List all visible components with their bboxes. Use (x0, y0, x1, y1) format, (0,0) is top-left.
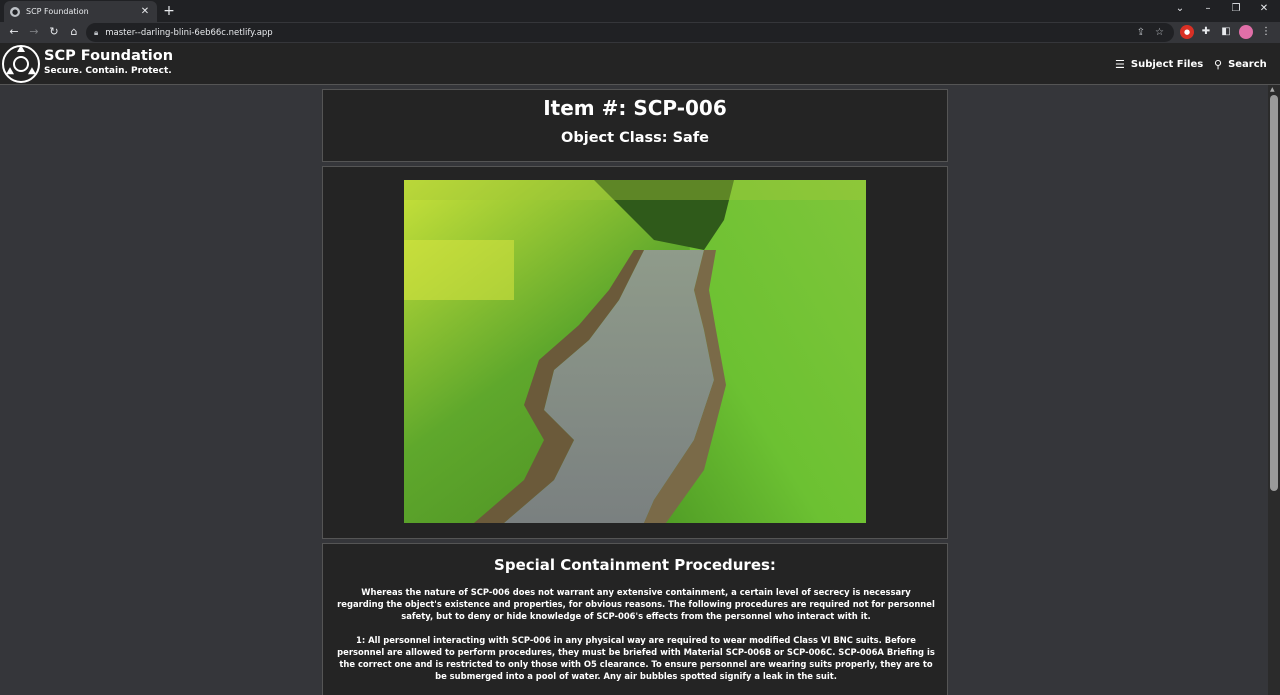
stream-photo (404, 180, 866, 523)
puzzle-icon[interactable]: ✚ (1199, 25, 1213, 39)
close-tab-icon[interactable]: ✕ (139, 6, 151, 17)
procedures-paragraph: 1: All personnel interacting with SCP-00… (337, 635, 935, 681)
browser-toolbar: ← → ↻ ⌂ 🔒︎ master--darling-blini-6eb66c.… (0, 22, 1280, 43)
site-title[interactable]: SCP Foundation (44, 48, 173, 64)
scrollbar-thumb[interactable] (1270, 95, 1278, 491)
image-card (322, 166, 948, 539)
logo-arrow (17, 45, 25, 52)
subject-files-link[interactable]: ☰ Subject Files (1115, 58, 1203, 71)
minimize-icon[interactable]: – (1198, 3, 1218, 14)
menu-icon[interactable]: ⋮ (1259, 25, 1273, 39)
procedures-paragraph: Whereas the nature of SCP-006 does not w… (337, 587, 935, 621)
tab-title: SCP Foundation (26, 7, 89, 16)
new-tab-button[interactable]: + (162, 3, 176, 19)
procedures-card: Special Containment Procedures: Whereas … (322, 543, 948, 695)
reload-icon[interactable]: ↻ (46, 24, 62, 40)
forward-icon[interactable]: → (26, 24, 42, 40)
search-icon: ⚲ (1214, 58, 1223, 71)
search-label: Search (1228, 59, 1267, 70)
star-icon[interactable]: ☆ (1155, 27, 1164, 38)
profile-avatar[interactable] (1239, 25, 1253, 39)
globe-icon: ● (10, 6, 20, 17)
site-header: SCP Foundation Secure. Contain. Protect.… (0, 43, 1280, 85)
url-text[interactable]: master--darling-blini-6eb66c.netlify.app (105, 28, 1136, 38)
scroll-up-icon[interactable]: ▲ (1270, 86, 1275, 93)
search-link[interactable]: ⚲ Search (1214, 58, 1267, 71)
share-icon[interactable]: ⇪ (1137, 27, 1145, 38)
site-tagline: Secure. Contain. Protect. (44, 66, 172, 76)
browser-tab-strip: ● SCP Foundation ✕ + ⌄ – ❐ ✕ (0, 0, 1280, 22)
address-bar[interactable]: 🔒︎ master--darling-blini-6eb66c.netlify.… (86, 23, 1174, 42)
tab-search-icon[interactable]: ⌄ (1170, 3, 1190, 14)
sidebar-icon[interactable]: ◧ (1219, 25, 1233, 39)
subject-files-label: Subject Files (1130, 59, 1204, 70)
scp-logo-icon[interactable] (2, 45, 40, 83)
logo-inner-ring (13, 56, 29, 72)
page-scrollbar[interactable]: ▲ (1268, 85, 1280, 695)
logo-arrow (3, 67, 15, 78)
object-class: Object Class: Safe (561, 130, 709, 146)
back-icon[interactable]: ← (6, 24, 22, 40)
procedures-heading: Special Containment Procedures: (494, 556, 776, 574)
logo-arrow (27, 67, 39, 78)
item-number: Item #: SCP-006 (543, 96, 727, 120)
extension-icon[interactable]: ● (1180, 25, 1194, 39)
home-icon[interactable]: ⌂ (66, 24, 82, 40)
hamburger-icon: ☰ (1115, 58, 1125, 71)
close-window-icon[interactable]: ✕ (1254, 3, 1274, 14)
item-header-card: Item #: SCP-006 Object Class: Safe (322, 89, 948, 162)
restore-icon[interactable]: ❐ (1226, 3, 1246, 14)
lock-icon[interactable]: 🔒︎ (94, 28, 98, 38)
browser-tab[interactable]: ● SCP Foundation ✕ (4, 1, 157, 22)
